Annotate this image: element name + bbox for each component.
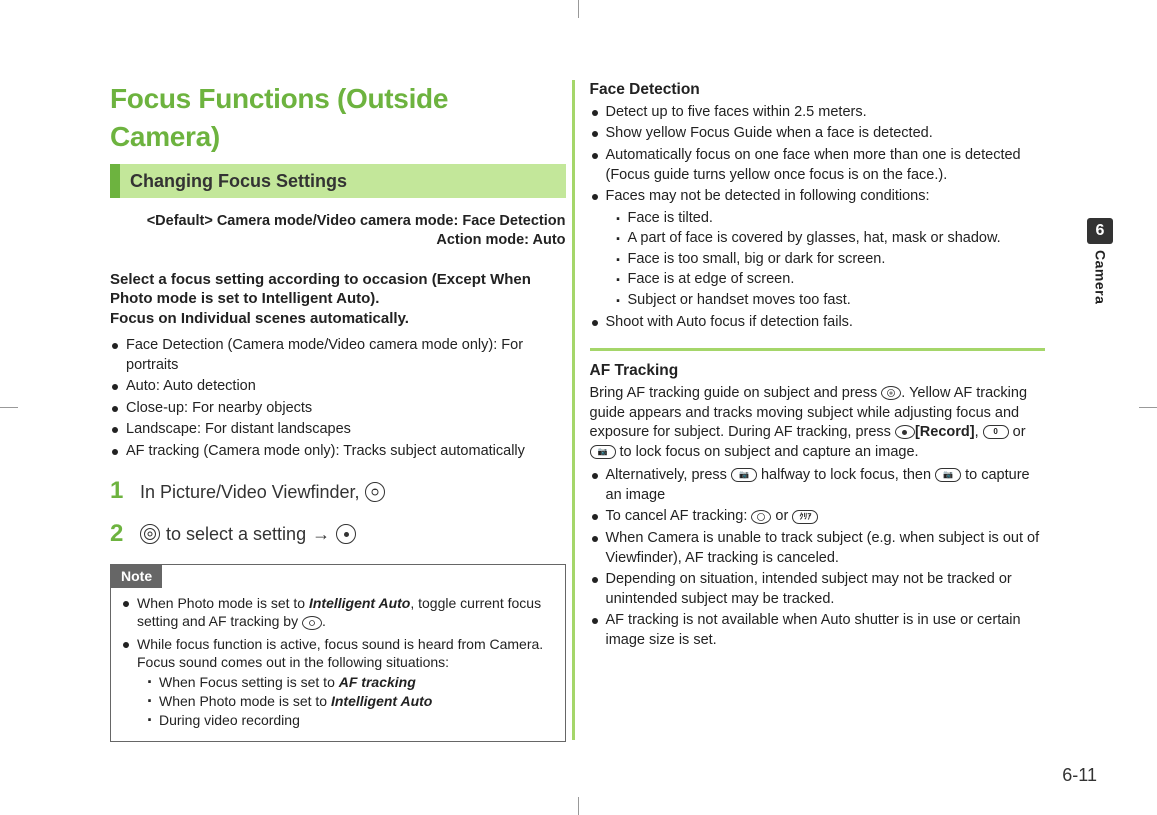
step-text-fragment: to select a setting <box>166 522 306 546</box>
text-fragment: Faces may not be detected in following c… <box>606 188 930 204</box>
face-detection-list: Detect up to five faces within 2.5 meter… <box>590 103 1046 332</box>
chapter-number: 6 <box>1087 218 1113 244</box>
default-settings: <Default> Camera mode/Video camera mode:… <box>110 212 566 250</box>
page-number: 6-11 <box>1062 763 1097 787</box>
center-key-icon <box>895 425 915 439</box>
chapter-label: Camera <box>1091 250 1110 304</box>
default-line-1: <Default> Camera mode/Video camera mode:… <box>110 212 566 231</box>
list-item: Alternatively, press 📷 halfway to lock f… <box>592 466 1046 505</box>
af-tracking-heading: AF Tracking <box>590 361 1046 382</box>
text-fragment: to lock focus on subject and capture an … <box>616 444 919 460</box>
list-item: AF tracking (Camera mode only): Tracks s… <box>112 442 566 462</box>
list-item: Shoot with Auto focus if detection fails… <box>592 313 1046 333</box>
arrow-icon: → <box>312 522 330 546</box>
crop-mark <box>578 797 579 815</box>
chapter-tab: 6 Camera <box>1085 218 1115 304</box>
camera-key-icon <box>302 616 322 630</box>
text-fragment: When Photo mode is set to <box>137 595 309 611</box>
step-1: 1 In Picture/Video Viewfinder, <box>110 475 566 507</box>
list-sub-item: Face is too small, big or dark for scree… <box>616 250 1046 270</box>
steps: 1 In Picture/Video Viewfinder, 2 to sele… <box>110 475 566 550</box>
dpad-icon <box>881 386 901 400</box>
text-fragment: When Photo mode is set to <box>159 693 331 709</box>
list-item: Auto: Auto detection <box>112 377 566 397</box>
dpad-icon <box>751 510 771 524</box>
note-box: Note When Photo mode is set to Intellige… <box>110 564 566 742</box>
text-fragment: halfway to lock focus, then <box>757 467 935 483</box>
list-item: Depending on situation, intended subject… <box>592 570 1046 609</box>
right-column: Face Detection Detect up to five faces w… <box>572 80 1046 740</box>
list-sub-item: Subject or handset moves too fast. <box>616 291 1046 311</box>
text-fragment: , <box>975 424 983 440</box>
list-sub-item: A part of face is covered by glasses, ha… <box>616 229 1046 249</box>
default-line-2: Action mode: Auto <box>110 231 566 250</box>
note-item: While focus function is active, focus so… <box>123 635 555 730</box>
crop-mark <box>578 0 579 18</box>
list-item: Detect up to five faces within 2.5 meter… <box>592 103 1046 123</box>
list-item: Face Detection (Camera mode/Video camera… <box>112 336 566 375</box>
list-item: Automatically focus on one face when mor… <box>592 146 1046 185</box>
step-2: 2 to select a setting → <box>110 518 566 550</box>
step-text: In Picture/Video Viewfinder, <box>140 480 385 504</box>
af-tracking-paragraph: Bring AF tracking guide on subject and p… <box>590 384 1046 462</box>
lead-line-1: Select a focus setting according to occa… <box>110 270 566 309</box>
list-item: AF tracking is not available when Auto s… <box>592 611 1046 650</box>
crop-mark <box>0 407 18 408</box>
face-detection-heading: Face Detection <box>590 80 1046 101</box>
emphasis: Intelligent Auto <box>331 693 432 709</box>
list-item: When Camera is unable to track subject (… <box>592 529 1046 568</box>
af-tracking-section: AF Tracking Bring AF tracking guide on s… <box>590 348 1046 650</box>
side-key-icon: 📷 <box>935 468 961 482</box>
center-key-icon <box>336 524 356 544</box>
focus-mode-list: Face Detection (Camera mode/Video camera… <box>110 336 566 461</box>
text-fragment: Bring AF tracking guide on subject and p… <box>590 385 882 401</box>
text-fragment: Alternatively, press <box>606 467 731 483</box>
note-label: Note <box>111 565 162 588</box>
emphasis: AF tracking <box>339 674 416 690</box>
step-text-fragment: In Picture/Video Viewfinder, <box>140 480 359 504</box>
page-title: Focus Functions (Outside Camera) <box>110 80 566 156</box>
zero-key-icon: 0 <box>983 425 1009 439</box>
crop-mark <box>1139 407 1157 408</box>
text-fragment: . <box>322 613 326 629</box>
note-sub-item: When Photo mode is set to Intelligent Au… <box>147 692 555 710</box>
emphasis: Intelligent Auto <box>309 595 410 611</box>
side-key-icon: 📷 <box>590 445 616 459</box>
lead-text: Select a focus setting according to occa… <box>110 270 566 329</box>
list-item: To cancel AF tracking: or ｸﾘｱ <box>592 507 1046 527</box>
list-sub-item: Face is tilted. <box>616 209 1046 229</box>
clear-key-icon: ｸﾘｱ <box>792 510 818 524</box>
page-content: Focus Functions (Outside Camera) Changin… <box>110 80 1045 740</box>
side-key-icon: 📷 <box>731 468 757 482</box>
section-heading: Changing Focus Settings <box>110 164 566 198</box>
note-sub-item: During video recording <box>147 711 555 729</box>
note-item: When Photo mode is set to Intelligent Au… <box>123 594 555 630</box>
step-number: 1 <box>110 475 128 507</box>
note-body: When Photo mode is set to Intelligent Au… <box>111 588 565 741</box>
list-item: Close-up: For nearby objects <box>112 399 566 419</box>
list-sub-item: Face is at edge of screen. <box>616 270 1046 290</box>
text-fragment: To cancel AF tracking: <box>606 508 752 524</box>
record-label: [Record] <box>915 424 975 440</box>
list-item: Show yellow Focus Guide when a face is d… <box>592 124 1046 144</box>
step-number: 2 <box>110 518 128 550</box>
list-item: Landscape: For distant landscapes <box>112 420 566 440</box>
step-text: to select a setting → <box>140 522 356 546</box>
text-fragment: or <box>771 508 792 524</box>
left-column: Focus Functions (Outside Camera) Changin… <box>110 80 572 740</box>
note-sub-item: When Focus setting is set to AF tracking <box>147 673 555 691</box>
lead-line-2: Focus on Individual scenes automatically… <box>110 309 566 329</box>
af-tracking-list: Alternatively, press 📷 halfway to lock f… <box>590 466 1046 650</box>
text-fragment: While focus function is active, focus so… <box>137 636 543 670</box>
dpad-icon <box>140 524 160 544</box>
list-item: Faces may not be detected in following c… <box>592 187 1046 310</box>
camera-key-icon <box>365 482 385 502</box>
text-fragment: When Focus setting is set to <box>159 674 339 690</box>
text-fragment: or <box>1009 424 1026 440</box>
